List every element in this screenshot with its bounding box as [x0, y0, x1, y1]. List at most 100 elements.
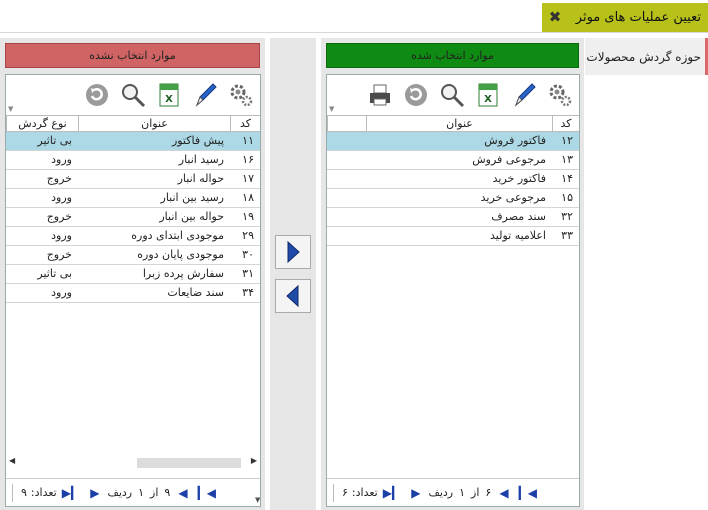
cell-title: مرجوعی خرید	[480, 191, 546, 204]
cell-title: موجودی پایان دوره	[137, 248, 224, 261]
side-tab-product-flow[interactable]: حوزه گردش محصولات	[585, 38, 708, 75]
last-page-icon[interactable]: ▶▎	[383, 486, 401, 500]
move-left-icon	[286, 284, 299, 308]
table-row[interactable]: ۱۹ حواله بین انبار خروج	[6, 208, 260, 227]
of-label: از	[471, 486, 480, 499]
table-row[interactable]: ۳۰ موجودی پایان دوره خروج	[6, 246, 260, 265]
cell-code: ۳۱	[242, 267, 254, 280]
window-title: تعیین عملیات های موثر	[575, 10, 701, 25]
cell-type: بی تاثیر	[37, 267, 72, 280]
horizontal-scrollbar[interactable]: ◀ ▶	[9, 456, 257, 468]
cell-type: ورود	[51, 153, 72, 166]
cell-title: سند ضایعات	[167, 286, 224, 299]
table-row[interactable]: ۳۳ اعلامیه تولید	[327, 227, 579, 246]
cell-title: سند مصرف	[491, 210, 546, 223]
column-header-title[interactable]: عنوان	[78, 116, 230, 131]
pen-icon[interactable]	[509, 78, 539, 112]
printer-icon[interactable]	[365, 78, 395, 112]
table-row[interactable]: ۳۲ سند مصرف	[327, 208, 579, 227]
total-rows: ۶	[485, 486, 492, 499]
table-row[interactable]: ۱۳ مرجوعی فروش	[327, 151, 579, 170]
cell-code: ۳۴	[242, 286, 254, 299]
selected-panel-header: موارد انتخاب شده	[326, 43, 579, 68]
table-row[interactable]: ۳۴ سند ضایعات ورود	[6, 284, 260, 303]
pen-icon[interactable]	[190, 78, 220, 112]
last-page-icon[interactable]: ▶▎	[62, 486, 80, 500]
resize-handle-icon[interactable]: ▼	[255, 496, 260, 504]
close-icon[interactable]: ✖	[548, 10, 562, 25]
cell-code: ۱۸	[242, 191, 254, 204]
column-header-type[interactable]: نوع گردش	[6, 116, 78, 131]
first-page-icon[interactable]: ▎◀	[519, 486, 537, 500]
unselected-table-body: ۱۱ پیش فاکتور بی تاثیر ۱۶ رسید انبار ورود ۱۷ حو…	[6, 132, 260, 303]
search-icon[interactable]	[118, 78, 148, 112]
prev-page-icon[interactable]: ◀	[499, 486, 508, 500]
excel-icon[interactable]: X	[154, 78, 184, 112]
unselected-pager: تعداد: ۹ ▶▎ ▶ ردیف ۱ از ۹ ◀ ▎◀ ▼	[6, 478, 260, 506]
cell-type: ورود	[51, 191, 72, 204]
table-row[interactable]: ۱۵ مرجوعی خرید	[327, 189, 579, 208]
current-row: ۱	[459, 486, 466, 499]
total-rows: ۹	[164, 486, 171, 499]
cell-type: ورود	[51, 286, 72, 299]
prev-page-icon[interactable]: ◀	[178, 486, 187, 500]
excel-icon[interactable]: X	[473, 78, 503, 112]
side-tab-label: حوزه گردش محصولات	[586, 49, 701, 64]
next-page-icon[interactable]: ▶	[411, 486, 420, 500]
first-page-icon[interactable]: ▎◀	[198, 486, 216, 500]
count-value: ۶	[342, 486, 348, 499]
unselected-items-panel: موارد انتخاب نشده X ▼ کد عنوان نوع گردش …	[0, 38, 265, 510]
scroll-left-icon[interactable]: ◀	[9, 456, 15, 465]
cell-type: خروج	[46, 172, 72, 185]
cell-code: ۱۵	[561, 191, 573, 204]
cell-code: ۱۶	[242, 153, 254, 166]
cell-title: سفارش پرده زبرا	[142, 267, 224, 280]
cell-code: ۱۳	[561, 153, 573, 166]
refresh-icon[interactable]	[401, 78, 431, 112]
table-row[interactable]: ۱۶ رسید انبار ورود	[6, 151, 260, 170]
scroll-right-icon[interactable]: ▶	[251, 456, 257, 465]
selected-items-panel: موارد انتخاب شده X ▼ کد عنوان ۱۲ فاکتور …	[321, 38, 584, 510]
cell-title: پیش فاکتور	[171, 134, 224, 147]
table-row[interactable]: ۱۸ رسید بین انبار ورود	[6, 189, 260, 208]
cell-empty	[327, 151, 366, 169]
cell-code: ۳۰	[242, 248, 254, 261]
cell-type: ورود	[51, 229, 72, 242]
scroll-thumb[interactable]	[137, 458, 241, 468]
selected-items-grid: X ▼ کد عنوان ۱۲ فاکتور فروش ۱۳ مرجوعی فروش ۱…	[326, 74, 580, 507]
move-left-button[interactable]	[275, 279, 311, 313]
next-page-icon[interactable]: ▶	[90, 486, 99, 500]
window-title-tab[interactable]: تعیین عملیات های موثر ✖	[542, 3, 708, 32]
chevron-down-icon[interactable]: ▼	[8, 105, 13, 113]
gear-icon[interactable]	[226, 78, 256, 112]
gear-icon[interactable]	[545, 78, 575, 112]
cell-empty	[327, 208, 366, 226]
svg-text:X: X	[165, 94, 173, 105]
table-row[interactable]: ۱۱ پیش فاکتور بی تاثیر	[6, 132, 260, 151]
unselected-table-header: کد عنوان نوع گردش	[6, 115, 260, 132]
table-row[interactable]: ۱۴ فاکتور خرید	[327, 170, 579, 189]
cell-title: رسید بین انبار	[160, 191, 224, 204]
table-row[interactable]: ۳۱ سفارش پرده زبرا بی تاثیر	[6, 265, 260, 284]
search-icon[interactable]	[437, 78, 467, 112]
selected-table-body: ۱۲ فاکتور فروش ۱۳ مرجوعی فروش ۱۴ فاکتور خرید ۱…	[327, 132, 579, 246]
unselected-panel-header: موارد انتخاب نشده	[5, 43, 260, 68]
cell-title: حواله بین انبار	[159, 210, 224, 223]
table-row[interactable]: ۱۷ حواله انبار خروج	[6, 170, 260, 189]
table-row[interactable]: ۱۲ فاکتور فروش	[327, 132, 579, 151]
selected-table-header: کد عنوان	[327, 115, 579, 132]
selected-pager: تعداد: ۶ ▶▎ ▶ ردیف ۱ از ۶ ◀ ▎◀	[327, 478, 579, 506]
refresh-icon[interactable]	[82, 78, 112, 112]
column-header-code[interactable]: کد	[230, 116, 260, 131]
chevron-down-icon[interactable]: ▼	[329, 105, 334, 113]
move-right-button[interactable]	[275, 235, 311, 269]
table-row[interactable]: ۲۹ موجودی ابتدای دوره ورود	[6, 227, 260, 246]
cell-code: ۳۲	[561, 210, 573, 223]
column-header-code[interactable]: کد	[552, 116, 579, 131]
column-header-empty	[327, 116, 366, 131]
count-label: تعداد:	[30, 486, 57, 499]
cell-empty	[327, 189, 366, 207]
column-header-title[interactable]: عنوان	[366, 116, 552, 131]
cell-code: ۱۷	[242, 172, 254, 185]
move-right-icon	[287, 240, 300, 264]
